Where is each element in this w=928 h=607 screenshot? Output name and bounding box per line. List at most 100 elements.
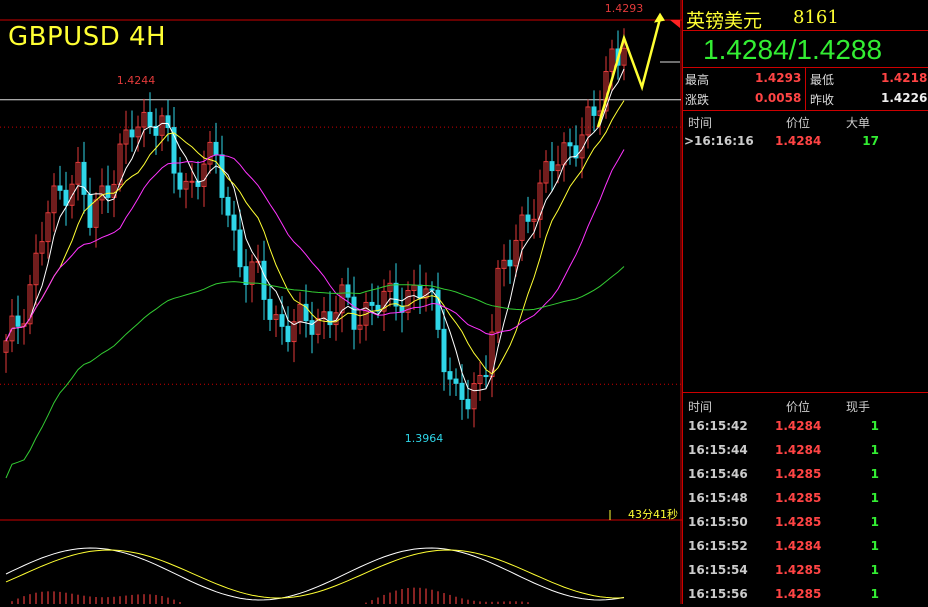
candle-body: [591, 106, 597, 116]
chart-area[interactable]: 1.4293 1.4244 1.3964 GBPUSD 4H 43分41秒: [0, 0, 682, 604]
candle-body: [267, 298, 273, 320]
prev-close-value: 1.4226: [881, 91, 928, 105]
tick-time: 16:15:44: [688, 443, 748, 457]
tick-qty: 1: [870, 467, 879, 481]
candle-body: [345, 284, 351, 298]
candle-body: [57, 185, 63, 191]
big-orders-price-header: 价位: [786, 116, 811, 130]
candle-body: [309, 320, 315, 335]
candle-body: [231, 214, 237, 231]
candle-body: [279, 314, 285, 327]
macd-dea-line: [5, 549, 625, 599]
big-order-qty: 17: [862, 134, 879, 148]
change-label: 涨跌: [685, 93, 710, 107]
tick-qty: 1: [870, 587, 879, 601]
quote-value: 1.4284/1.4288: [703, 34, 883, 65]
instrument-code: 8161: [793, 7, 839, 28]
tick-row[interactable]: 16:15:52 1.4284 1: [683, 539, 928, 559]
big-orders-qty-header: 大单: [846, 116, 871, 130]
big-order-time: >16:16:16: [684, 134, 754, 148]
candle-body: [285, 325, 291, 343]
forecast-arrow-head: [654, 12, 665, 23]
ma60-line: [5, 266, 625, 479]
tick-time: 16:15:42: [688, 419, 748, 433]
instrument-name: 英镑美元: [686, 10, 763, 32]
candle-body: [549, 161, 555, 172]
big-order-row[interactable]: >16:16:16 1.4284 17: [683, 134, 928, 154]
tick-price: 1.4284: [775, 419, 822, 433]
ticks-qty-header: 现手: [846, 400, 871, 414]
tick-row[interactable]: 16:15:56 1.4285 1: [683, 587, 928, 607]
tick-price: 1.4285: [775, 467, 822, 481]
section-divider: [683, 392, 928, 393]
price-annotation: 1.4293: [605, 2, 644, 15]
candle-body: [63, 189, 69, 206]
tick-time: 16:15:54: [688, 563, 748, 577]
tick-price: 1.4284: [775, 443, 822, 457]
tick-row[interactable]: 16:15:42 1.4284 1: [683, 419, 928, 439]
candle-body: [369, 301, 375, 306]
tick-qty: 1: [870, 539, 879, 553]
tick-price: 1.4285: [775, 491, 822, 505]
bid-ask-quote: 1.4284/1.4288: [683, 31, 928, 68]
tick-qty: 1: [870, 443, 879, 457]
bar-countdown: 43分41秒: [628, 508, 678, 521]
corner-marker: [670, 20, 680, 28]
candle-body: [525, 214, 531, 222]
tick-time: 16:15:56: [688, 587, 748, 601]
candle-body: [441, 328, 447, 373]
tick-qty: 1: [870, 491, 879, 505]
low-label: 最低: [810, 73, 835, 87]
panel-header: 英镑美元 8161: [683, 0, 928, 32]
tick-row[interactable]: 16:15:54 1.4285 1: [683, 563, 928, 583]
candle-body: [507, 259, 513, 267]
candle-body: [225, 196, 231, 216]
candle-body: [237, 229, 243, 268]
tick-time: 16:15:52: [688, 539, 748, 553]
tick-row[interactable]: 16:15:50 1.4285 1: [683, 515, 928, 535]
candle-body: [87, 193, 93, 228]
tick-row[interactable]: 16:15:46 1.4285 1: [683, 467, 928, 487]
tick-row[interactable]: 16:15:48 1.4285 1: [683, 491, 928, 511]
candle-body: [453, 378, 459, 384]
candlestick-chart: 1.4293 1.4244 1.3964: [0, 0, 682, 604]
high-value: 1.4293: [755, 71, 802, 85]
tick-qty: 1: [870, 419, 879, 433]
price-annotation: 1.3964: [405, 432, 444, 445]
candle-body: [189, 180, 195, 183]
candle-body: [393, 282, 399, 307]
ticks-price-header: 价位: [786, 400, 811, 414]
candle-body: [219, 154, 225, 198]
ma20-line: [5, 149, 625, 342]
candle-body: [483, 374, 489, 378]
candle-body: [147, 111, 153, 127]
tick-price: 1.4285: [775, 563, 822, 577]
price-annotation: 1.4244: [117, 74, 156, 87]
high-label: 最高: [685, 73, 710, 87]
candle-body: [327, 311, 333, 326]
ma10-line: [5, 100, 625, 375]
ticks-time-header: 时间: [688, 400, 713, 414]
tick-price: 1.4284: [775, 539, 822, 553]
chart-title: GBPUSD 4H: [8, 22, 167, 52]
tick-row[interactable]: 16:15:44 1.4284 1: [683, 443, 928, 463]
candle-body: [177, 172, 183, 190]
candle-body: [417, 284, 423, 299]
ma5-line: [5, 68, 625, 392]
candle-body: [15, 315, 21, 327]
big-order-price: 1.4284: [775, 134, 822, 148]
low-value: 1.4218: [881, 71, 928, 85]
tick-price: 1.4285: [775, 587, 822, 601]
tick-time: 16:15:46: [688, 467, 748, 481]
big-orders-time-header: 时间: [688, 116, 713, 130]
prev-close-label: 昨收: [810, 93, 835, 107]
candle-body: [567, 142, 573, 147]
stats-divider: [805, 68, 806, 110]
tick-time: 16:15:48: [688, 491, 748, 505]
quote-panel: 英镑美元 8161 1.4284/1.4288 最高 1.4293 最低 1.4…: [682, 0, 928, 604]
stats-block: 最高 1.4293 最低 1.4218 涨跌 0.0058 昨收 1.4226: [683, 68, 928, 111]
candle-body: [105, 185, 111, 198]
tick-price: 1.4285: [775, 515, 822, 529]
candle-body: [459, 382, 465, 400]
change-value: 0.0058: [755, 91, 802, 105]
